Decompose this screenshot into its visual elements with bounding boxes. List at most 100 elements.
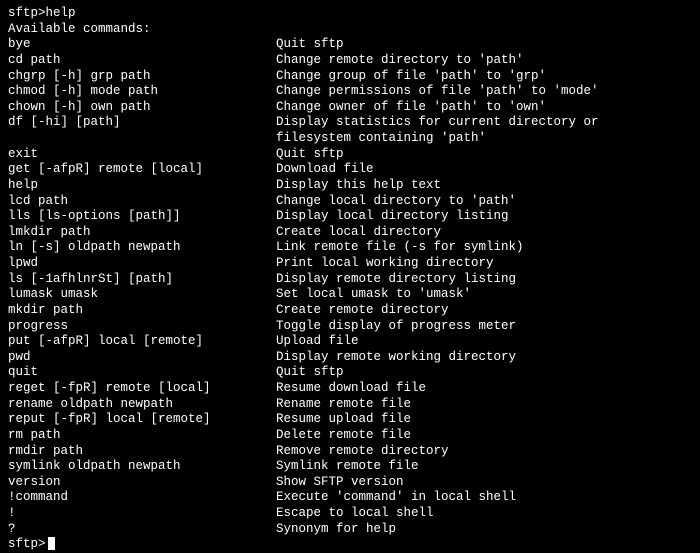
help-description: Change owner of file 'path' to 'own' xyxy=(276,100,692,116)
help-row: lls [ls-options [path]]Display local dir… xyxy=(8,209,692,225)
help-row: rename oldpath newpathRename remote file xyxy=(8,397,692,413)
help-description: Create local directory xyxy=(276,225,692,241)
help-row: rmdir pathRemove remote directory xyxy=(8,444,692,460)
help-row: helpDisplay this help text xyxy=(8,178,692,194)
help-description: Show SFTP version xyxy=(276,475,692,491)
help-command: help xyxy=(8,178,276,194)
help-description: Change remote directory to 'path' xyxy=(276,53,692,69)
help-row: rm pathDelete remote file xyxy=(8,428,692,444)
help-row: progressToggle display of progress meter xyxy=(8,319,692,335)
help-row: !commandExecute 'command' in local shell xyxy=(8,490,692,506)
help-command: mkdir path xyxy=(8,303,276,319)
help-row: symlink oldpath newpathSymlink remote fi… xyxy=(8,459,692,475)
help-row: ?Synonym for help xyxy=(8,522,692,538)
help-description: Download file xyxy=(276,162,692,178)
current-prompt-line[interactable]: sftp> xyxy=(8,537,692,553)
help-description: Execute 'command' in local shell xyxy=(276,490,692,506)
help-row: chown [-h] own pathChange owner of file … xyxy=(8,100,692,116)
help-command: lcd path xyxy=(8,194,276,210)
help-row: exitQuit sftp xyxy=(8,147,692,163)
help-description: Remove remote directory xyxy=(276,444,692,460)
help-row: chmod [-h] mode pathChange permissions o… xyxy=(8,84,692,100)
help-description: Change local directory to 'path' xyxy=(276,194,692,210)
help-command: cd path xyxy=(8,53,276,69)
help-description: Delete remote file xyxy=(276,428,692,444)
help-command: ls [-1afhlnrSt] [path] xyxy=(8,272,276,288)
help-command xyxy=(8,131,276,147)
cursor-icon xyxy=(48,537,55,550)
help-description: Display local directory listing xyxy=(276,209,692,225)
input-line: sftp> help xyxy=(8,6,692,22)
help-command: chmod [-h] mode path xyxy=(8,84,276,100)
prompt: sftp> xyxy=(8,6,46,22)
help-command: rename oldpath newpath xyxy=(8,397,276,413)
help-command: lpwd xyxy=(8,256,276,272)
help-row: chgrp [-h] grp pathChange group of file … xyxy=(8,69,692,85)
help-command: lls [ls-options [path]] xyxy=(8,209,276,225)
help-row: versionShow SFTP version xyxy=(8,475,692,491)
help-row: put [-afpR] local [remote]Upload file xyxy=(8,334,692,350)
typed-command: help xyxy=(46,6,76,22)
help-row: lmkdir pathCreate local directory xyxy=(8,225,692,241)
help-command: pwd xyxy=(8,350,276,366)
help-row: ln [-s] oldpath newpathLink remote file … xyxy=(8,240,692,256)
help-row: byeQuit sftp xyxy=(8,37,692,53)
help-row: !Escape to local shell xyxy=(8,506,692,522)
help-command: chown [-h] own path xyxy=(8,100,276,116)
help-description: Display remote working directory xyxy=(276,350,692,366)
help-row: mkdir pathCreate remote directory xyxy=(8,303,692,319)
help-row: lumask umaskSet local umask to 'umask' xyxy=(8,287,692,303)
help-description: Display remote directory listing xyxy=(276,272,692,288)
help-row: lpwdPrint local working directory xyxy=(8,256,692,272)
help-row: df [-hi] [path]Display statistics for cu… xyxy=(8,115,692,131)
help-description: Resume download file xyxy=(276,381,692,397)
help-command: exit xyxy=(8,147,276,163)
help-description: Print local working directory xyxy=(276,256,692,272)
help-command: version xyxy=(8,475,276,491)
help-command: ? xyxy=(8,522,276,538)
help-description: Change permissions of file 'path' to 'mo… xyxy=(276,84,692,100)
help-command: rm path xyxy=(8,428,276,444)
help-command: reput [-fpR] local [remote] xyxy=(8,412,276,428)
help-command: ln [-s] oldpath newpath xyxy=(8,240,276,256)
help-description: Toggle display of progress meter xyxy=(276,319,692,335)
help-description: Quit sftp xyxy=(276,37,692,53)
help-command: get [-afpR] remote [local] xyxy=(8,162,276,178)
command-list: byeQuit sftpcd pathChange remote directo… xyxy=(8,37,692,537)
help-description: Create remote directory xyxy=(276,303,692,319)
help-description: Quit sftp xyxy=(276,365,692,381)
help-row: cd pathChange remote directory to 'path' xyxy=(8,53,692,69)
help-row: lcd pathChange local directory to 'path' xyxy=(8,194,692,210)
help-row: quitQuit sftp xyxy=(8,365,692,381)
help-row: get [-afpR] remote [local]Download file xyxy=(8,162,692,178)
help-row: filesystem containing 'path' xyxy=(8,131,692,147)
help-description: Display this help text xyxy=(276,178,692,194)
help-description: filesystem containing 'path' xyxy=(276,131,692,147)
help-row: reput [-fpR] local [remote]Resume upload… xyxy=(8,412,692,428)
help-description: Link remote file (-s for symlink) xyxy=(276,240,692,256)
help-command: !command xyxy=(8,490,276,506)
help-description: Set local umask to 'umask' xyxy=(276,287,692,303)
help-command: df [-hi] [path] xyxy=(8,115,276,131)
help-command: symlink oldpath newpath xyxy=(8,459,276,475)
help-row: pwdDisplay remote working directory xyxy=(8,350,692,366)
help-description: Quit sftp xyxy=(276,147,692,163)
help-command: chgrp [-h] grp path xyxy=(8,69,276,85)
help-description: Rename remote file xyxy=(276,397,692,413)
help-command: progress xyxy=(8,319,276,335)
help-command: lmkdir path xyxy=(8,225,276,241)
help-description: Change group of file 'path' to 'grp' xyxy=(276,69,692,85)
help-description: Resume upload file xyxy=(276,412,692,428)
help-description: Synonym for help xyxy=(276,522,692,538)
help-row: ls [-1afhlnrSt] [path]Display remote dir… xyxy=(8,272,692,288)
help-command: quit xyxy=(8,365,276,381)
prompt: sftp> xyxy=(8,537,46,553)
help-command: ! xyxy=(8,506,276,522)
help-command: bye xyxy=(8,37,276,53)
help-command: lumask umask xyxy=(8,287,276,303)
help-row: reget [-fpR] remote [local]Resume downlo… xyxy=(8,381,692,397)
help-description: Escape to local shell xyxy=(276,506,692,522)
help-command: reget [-fpR] remote [local] xyxy=(8,381,276,397)
help-header: Available commands: xyxy=(8,22,692,38)
help-description: Display statistics for current directory… xyxy=(276,115,692,131)
